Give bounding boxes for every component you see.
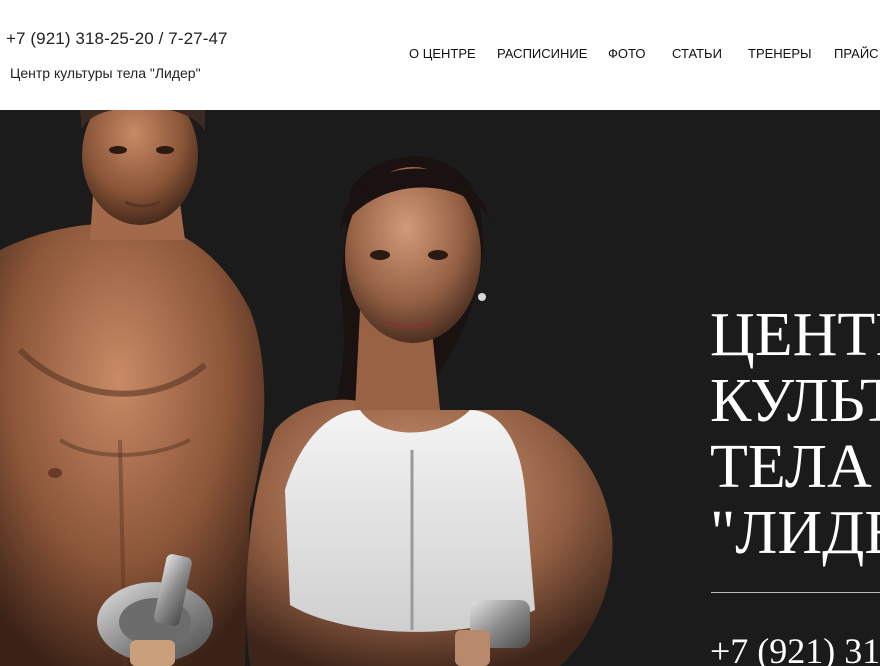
header-tagline: Центр культуры тела "Лидер" <box>10 65 201 81</box>
hero-title: ЦЕНТР КУЛЬТУРЫ ТЕЛА "ЛИДЕР" <box>710 302 880 566</box>
hero-title-line: КУЛЬТУРЫ <box>710 367 880 435</box>
nav-item-prices[interactable]: ПРАЙС <box>834 46 879 61</box>
nav-item-about[interactable]: О ЦЕНТРЕ <box>409 46 476 61</box>
main-nav: О ЦЕНТРЕ РАСПИСИНИЕ ФОТО СТАТЬИ ТРЕНЕРЫ … <box>0 46 880 62</box>
nav-item-articles[interactable]: СТАТЬИ <box>672 46 722 61</box>
hero-phone[interactable]: +7 (921) 318-25-20 <box>710 630 880 666</box>
hero-divider <box>711 592 880 593</box>
nav-item-photo[interactable]: ФОТО <box>608 46 645 61</box>
hero-title-line: ТЕЛА <box>710 433 872 501</box>
hero-banner: ЦЕНТР КУЛЬТУРЫ ТЕЛА "ЛИДЕР" +7 (921) 318… <box>0 110 880 666</box>
site-header: +7 (921) 318-25-20 / 7-27-47 Центр культ… <box>0 0 880 110</box>
hero-photo-athletes <box>0 110 613 666</box>
nav-item-schedule[interactable]: РАСПИСИНИЕ <box>497 46 587 61</box>
hero-title-line: "ЛИДЕР" <box>710 499 880 567</box>
hero-title-line: ЦЕНТР <box>710 301 880 369</box>
nav-item-trainers[interactable]: ТРЕНЕРЫ <box>748 46 812 61</box>
